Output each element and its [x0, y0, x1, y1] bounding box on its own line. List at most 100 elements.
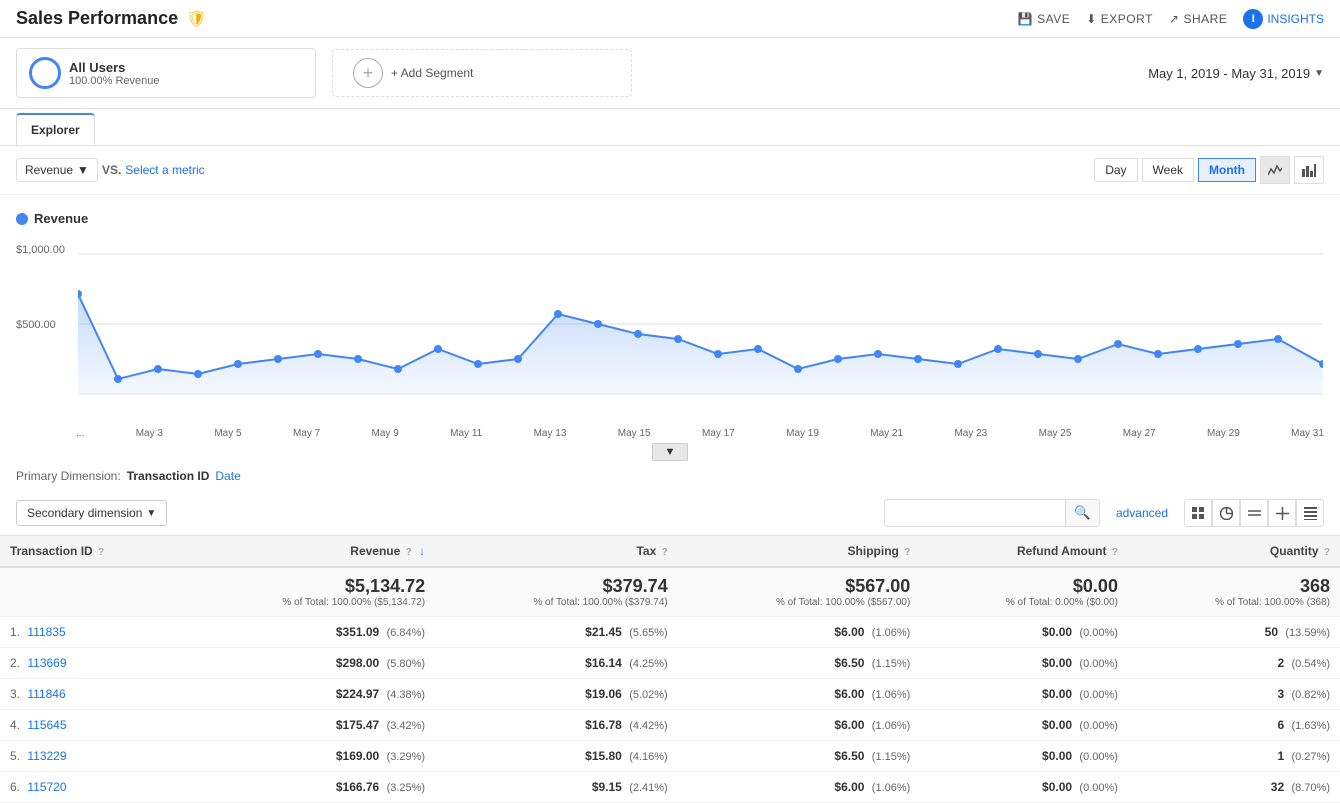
cell-quantity: 3 (0.82%) [1128, 679, 1340, 710]
refund-help[interactable]: ? [1112, 547, 1118, 558]
metric-vs: VS. [102, 163, 121, 177]
view-buttons [1184, 499, 1324, 527]
table-icon [1304, 507, 1317, 520]
line-chart-icon [1268, 163, 1282, 177]
total-shipping: $567.00 % of Total: 100.00% ($567.00) [678, 567, 921, 617]
col-header-revenue: Revenue ? ↓ [179, 536, 435, 567]
date-range[interactable]: May 1, 2019 - May 31, 2019 ▼ [1148, 66, 1324, 81]
cell-transaction-id: 3. 111846 [0, 679, 179, 710]
insights-button[interactable]: i INSIGHTS [1243, 9, 1324, 29]
cell-quantity: 6 (1.63%) [1128, 710, 1340, 741]
table-row: 1. 111835 $351.09 (6.84%) $21.45 (5.65%)… [0, 617, 1340, 648]
transaction-id-link[interactable]: 111835 [27, 625, 65, 639]
row-number: 1. [10, 625, 20, 639]
search-input[interactable] [885, 501, 1065, 525]
export-label: EXPORT [1101, 12, 1153, 26]
cell-tax: $16.14 (4.25%) [435, 648, 678, 679]
compare-view-button[interactable] [1240, 499, 1268, 527]
col-header-tax: Tax ? [435, 536, 678, 567]
cell-tax: $16.78 (4.42%) [435, 710, 678, 741]
bar-chart-button[interactable] [1294, 156, 1324, 184]
cell-shipping: $6.50 (1.15%) [678, 741, 921, 772]
chart-collapse-btn[interactable]: ▼ [652, 443, 689, 461]
cell-revenue: $166.76 (3.25%) [179, 772, 435, 803]
revenue-help[interactable]: ? [406, 547, 412, 558]
table-view-button[interactable] [1296, 499, 1324, 527]
cell-revenue: $351.09 (6.84%) [179, 617, 435, 648]
cell-tax: $15.80 (4.16%) [435, 741, 678, 772]
totals-row: $5,134.72 % of Total: 100.00% ($5,134.72… [0, 567, 1340, 617]
week-button[interactable]: Week [1142, 158, 1194, 182]
search-icon: 🔍 [1074, 505, 1091, 520]
y-label-1000: $1,000.00 [16, 244, 65, 256]
segment-info: All Users 100.00% Revenue [69, 60, 160, 87]
search-button[interactable]: 🔍 [1065, 500, 1099, 526]
cell-tax: $9.15 (2.41%) [435, 772, 678, 803]
transaction-id-help[interactable]: ? [98, 547, 104, 558]
tab-explorer[interactable]: Explorer [16, 113, 95, 145]
cell-tax: $21.45 (5.65%) [435, 617, 678, 648]
metric-label: Revenue [25, 163, 73, 177]
transaction-id-link[interactable]: 113669 [27, 656, 66, 670]
transaction-id-link[interactable]: 115720 [27, 780, 66, 794]
chart-dot[interactable] [78, 290, 82, 298]
export-icon: ⬇ [1086, 12, 1097, 26]
header-actions: 💾 SAVE ⬇ EXPORT ↗ SHARE i INSIGHTS [1018, 9, 1324, 29]
compare-icon [1248, 507, 1261, 520]
pivot-view-button[interactable] [1268, 499, 1296, 527]
day-button[interactable]: Day [1094, 158, 1137, 182]
cell-refund: $0.00 (0.00%) [920, 710, 1128, 741]
metric-dropdown[interactable]: Revenue ▼ [16, 158, 98, 182]
legend-dot [16, 213, 28, 225]
secondary-dim-label: Secondary dimension [27, 506, 142, 520]
col-header-shipping: Shipping ? [678, 536, 921, 567]
cell-quantity: 1 (0.27%) [1128, 741, 1340, 772]
tax-help[interactable]: ? [662, 547, 668, 558]
cell-refund: $0.00 (0.00%) [920, 648, 1128, 679]
save-button[interactable]: 💾 SAVE [1018, 12, 1071, 26]
add-segment-button[interactable]: + + Add Segment [332, 49, 632, 97]
metric-dropdown-arrow: ▼ [77, 163, 89, 177]
total-tax: $379.74 % of Total: 100.00% ($379.74) [435, 567, 678, 617]
cell-transaction-id: 2. 113669 [0, 648, 179, 679]
pie-view-button[interactable] [1212, 499, 1240, 527]
cell-revenue: $175.47 (3.42%) [179, 710, 435, 741]
cell-transaction-id: 6. 115720 [0, 772, 179, 803]
add-segment-label: + Add Segment [391, 66, 473, 80]
export-button[interactable]: ⬇ EXPORT [1086, 12, 1153, 26]
revenue-sort-icon: ↓ [419, 544, 425, 558]
line-chart-button[interactable] [1260, 156, 1290, 184]
share-icon: ↗ [1169, 12, 1180, 26]
cell-revenue: $298.00 (5.80%) [179, 648, 435, 679]
select-metric-link[interactable]: Select a metric [125, 163, 204, 177]
cell-revenue: $169.00 (3.29%) [179, 741, 435, 772]
advanced-link[interactable]: advanced [1116, 506, 1168, 520]
row-number: 4. [10, 718, 20, 732]
date-range-text: May 1, 2019 - May 31, 2019 [1148, 66, 1310, 81]
y-label-500: $500.00 [16, 319, 56, 331]
header-left: Sales Performance 🛡 [16, 8, 206, 29]
grid-view-button[interactable] [1184, 499, 1212, 527]
cell-shipping: $6.00 (1.06%) [678, 710, 921, 741]
segment-all-users[interactable]: All Users 100.00% Revenue [16, 48, 316, 98]
quantity-help[interactable]: ? [1324, 547, 1330, 558]
transaction-id-link[interactable]: 113229 [27, 749, 66, 763]
totals-label [0, 567, 179, 617]
primary-dimension-row: Primary Dimension: Transaction ID Date [0, 461, 1340, 491]
table-row: 2. 113669 $298.00 (5.80%) $16.14 (4.25%)… [0, 648, 1340, 679]
secondary-dimension-button[interactable]: Secondary dimension ▼ [16, 500, 167, 526]
chart-legend: Revenue [16, 211, 1324, 226]
save-icon: 💾 [1018, 12, 1033, 26]
transaction-id-link[interactable]: 111846 [27, 687, 65, 701]
date-range-arrow: ▼ [1314, 68, 1324, 79]
date-dim-link[interactable]: Date [215, 469, 240, 483]
pie-icon [1220, 507, 1233, 520]
table-row: 5. 113229 $169.00 (3.29%) $15.80 (4.16%)… [0, 741, 1340, 772]
chart-collapse[interactable]: ▼ [16, 443, 1324, 461]
transaction-id-link[interactable]: 115645 [27, 718, 66, 732]
share-button[interactable]: ↗ SHARE [1169, 12, 1227, 26]
cell-shipping: $6.00 (1.06%) [678, 617, 921, 648]
bar-chart-icon [1302, 163, 1316, 177]
month-button[interactable]: Month [1198, 158, 1256, 182]
shipping-help[interactable]: ? [904, 547, 910, 558]
